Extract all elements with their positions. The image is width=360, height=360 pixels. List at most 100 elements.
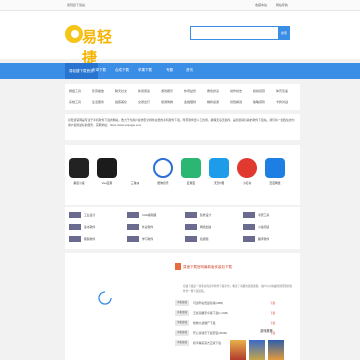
- book-icon: [69, 158, 89, 178]
- article-text: 易速下载是一款专业的安卓软件下载平台，收录了海量的优质资源，用户可以快速找到所需…: [183, 285, 292, 293]
- nav-news[interactable]: 资讯: [186, 68, 193, 73]
- header: [0, 11, 360, 59]
- tag-badge: [243, 236, 255, 242]
- app-name: 小红书: [242, 181, 252, 185]
- category-panel: 网络工具 影音播放 聊天社交 新闻阅读 游戏娱乐 休闲益智 角色扮演 动作射击 …: [65, 84, 300, 110]
- download-tag: 手机游戏: [175, 320, 189, 326]
- book-red-icon: [237, 158, 257, 178]
- download-title: 和平精英官方正版下载: [193, 341, 221, 345]
- download-row[interactable]: 手机游戏 植物大战僵尸下载 下载: [175, 320, 275, 326]
- category-link[interactable]: 新闻阅读: [138, 89, 150, 93]
- download-tag: 手机游戏: [175, 340, 189, 346]
- download-tag: 手机游戏: [175, 330, 189, 336]
- tag-badge: [243, 224, 255, 230]
- site-name-link[interactable]: 易轻捷下载站: [67, 3, 85, 7]
- app-name: 酷狗音乐: [157, 181, 169, 185]
- category-link[interactable]: 卡牌对战: [276, 100, 288, 104]
- app-item[interactable]: 应用宝: [179, 158, 203, 185]
- category-link[interactable]: 动作射击: [230, 89, 242, 93]
- category-link[interactable]: 网络工具: [69, 89, 81, 93]
- category-link[interactable]: 影音播放: [92, 89, 104, 93]
- download-action[interactable]: 下载: [270, 311, 275, 315]
- search-button[interactable]: 搜索: [278, 26, 290, 40]
- category-link[interactable]: 体育竞速: [276, 89, 288, 93]
- tag-label: 小说阅读: [258, 225, 270, 229]
- app-grid: 番茄小说 vivo应用 三角洲 酷狗音乐 应用宝 天天P图 小红书 百度网盘: [65, 145, 300, 205]
- app-item[interactable]: 天天P图: [207, 158, 231, 185]
- tag-label: 外卖软件: [142, 225, 154, 229]
- nav-combined[interactable]: 合成下载: [115, 68, 129, 73]
- category-link[interactable]: 休闲益智: [184, 89, 196, 93]
- tag-badge: [69, 224, 81, 230]
- category-link[interactable]: 交通出行: [138, 100, 150, 104]
- app-item[interactable]: 三角洲: [123, 158, 147, 185]
- tag-label: 读书软件: [84, 225, 96, 229]
- loading-spinner-icon: [98, 291, 112, 305]
- app-item[interactable]: 小红书: [235, 158, 259, 185]
- app-item[interactable]: 百度网盘: [263, 158, 287, 185]
- intro-text: 易轻捷官网是专注于手机软件下载的网站，致力于为用户提供安全绿色免费的手机软件下载…: [68, 118, 295, 127]
- category-link[interactable]: 棋牌桌游: [207, 100, 219, 104]
- category-link[interactable]: 拍照美化: [115, 100, 127, 104]
- top-bar: 易轻捷下载站 收藏本站 网站导航: [0, 0, 360, 11]
- download-title: 可达鸭免费最新版(2MB): [193, 301, 223, 305]
- app-name: 应用宝: [186, 181, 196, 185]
- site-intro: 易轻捷官网是专注于手机软件下载的网站，致力于为用户提供安全绿色免费的手机软件下载…: [65, 114, 300, 140]
- nav-apple[interactable]: 苹果下载: [138, 68, 152, 73]
- download-title: 王者荣耀安卓版下载(1.2GB): [193, 311, 228, 315]
- game-thumbnail[interactable]: [249, 340, 265, 360]
- nav-android[interactable]: 安卓下载: [92, 68, 106, 73]
- tag-label: 短视频: [200, 237, 209, 241]
- article-title[interactable]: 易速下载官网最新版安装包下载: [183, 265, 232, 270]
- tag-label: 考研工具: [258, 213, 270, 217]
- search-input[interactable]: 搜索: [190, 26, 290, 40]
- tag-badge: [127, 236, 139, 242]
- download-title: 开心消消乐下载安装(300M): [193, 331, 228, 335]
- tag-badge: [127, 224, 139, 230]
- game-thumbnail[interactable]: [230, 340, 246, 360]
- tag-label: 刷题软件: [84, 237, 96, 241]
- tag-badge: [127, 212, 139, 218]
- category-link[interactable]: 系统工具: [69, 100, 81, 104]
- tag-badge: [185, 224, 197, 230]
- download-action[interactable]: 下载: [270, 301, 275, 305]
- photo-icon: [209, 158, 229, 178]
- app-name: 番茄小说: [73, 181, 85, 185]
- music-icon: [153, 158, 173, 178]
- category-link[interactable]: 生活服务: [92, 100, 104, 104]
- app-item[interactable]: vivo应用: [95, 158, 119, 185]
- tag-label: 学习软件: [142, 237, 154, 241]
- category-link[interactable]: 旅游购物: [161, 100, 173, 104]
- app-name: 百度网盘: [269, 181, 281, 185]
- tag-label: 网络加速: [200, 225, 212, 229]
- app-name: vivo应用: [101, 181, 113, 185]
- download-tag: 手机游戏: [175, 300, 189, 306]
- category-link[interactable]: 冒险解谜: [230, 100, 242, 104]
- app-item[interactable]: 番茄小说: [67, 158, 91, 185]
- category-link[interactable]: 金融理财: [184, 100, 196, 104]
- game-thumbnail[interactable]: [268, 340, 284, 360]
- category-link[interactable]: 模拟经营: [253, 89, 265, 93]
- vivo-icon: [97, 158, 117, 178]
- top-links: 收藏本站 网站导航: [255, 3, 296, 7]
- site-nav-link[interactable]: 网站导航: [276, 3, 288, 7]
- download-row[interactable]: 手机游戏 可达鸭免费最新版(2MB) 下载: [175, 300, 275, 306]
- site-logo[interactable]: 易轻捷: [65, 23, 125, 67]
- category-link[interactable]: 角色扮演: [207, 89, 219, 93]
- logo-icon: [65, 25, 83, 43]
- logo-text: 易轻捷: [82, 28, 113, 67]
- tag-label: CAD编辑器: [142, 213, 157, 217]
- tag-panel: 工业设计 CAD编辑器 装修设计 考研工具 读书软件 外卖软件 网络加速 小说阅…: [65, 207, 300, 249]
- nav-topics[interactable]: 专题: [166, 68, 173, 73]
- bookmark-link[interactable]: 收藏本站: [255, 3, 267, 7]
- app-name: 天天P图: [213, 181, 225, 185]
- download-action[interactable]: 下载: [270, 321, 275, 325]
- download-row[interactable]: 手机游戏 王者荣耀安卓版下载(1.2GB) 下载: [175, 310, 275, 316]
- app-item[interactable]: 酷狗音乐: [151, 158, 175, 185]
- category-link[interactable]: 策略塔防: [253, 100, 265, 104]
- download-title: 植物大战僵尸下载: [193, 321, 216, 325]
- side-title: 游戏推荐: [260, 329, 273, 333]
- category-link[interactable]: 游戏娱乐: [161, 89, 173, 93]
- tag-badge: [185, 236, 197, 242]
- category-link[interactable]: 聊天社交: [115, 89, 127, 93]
